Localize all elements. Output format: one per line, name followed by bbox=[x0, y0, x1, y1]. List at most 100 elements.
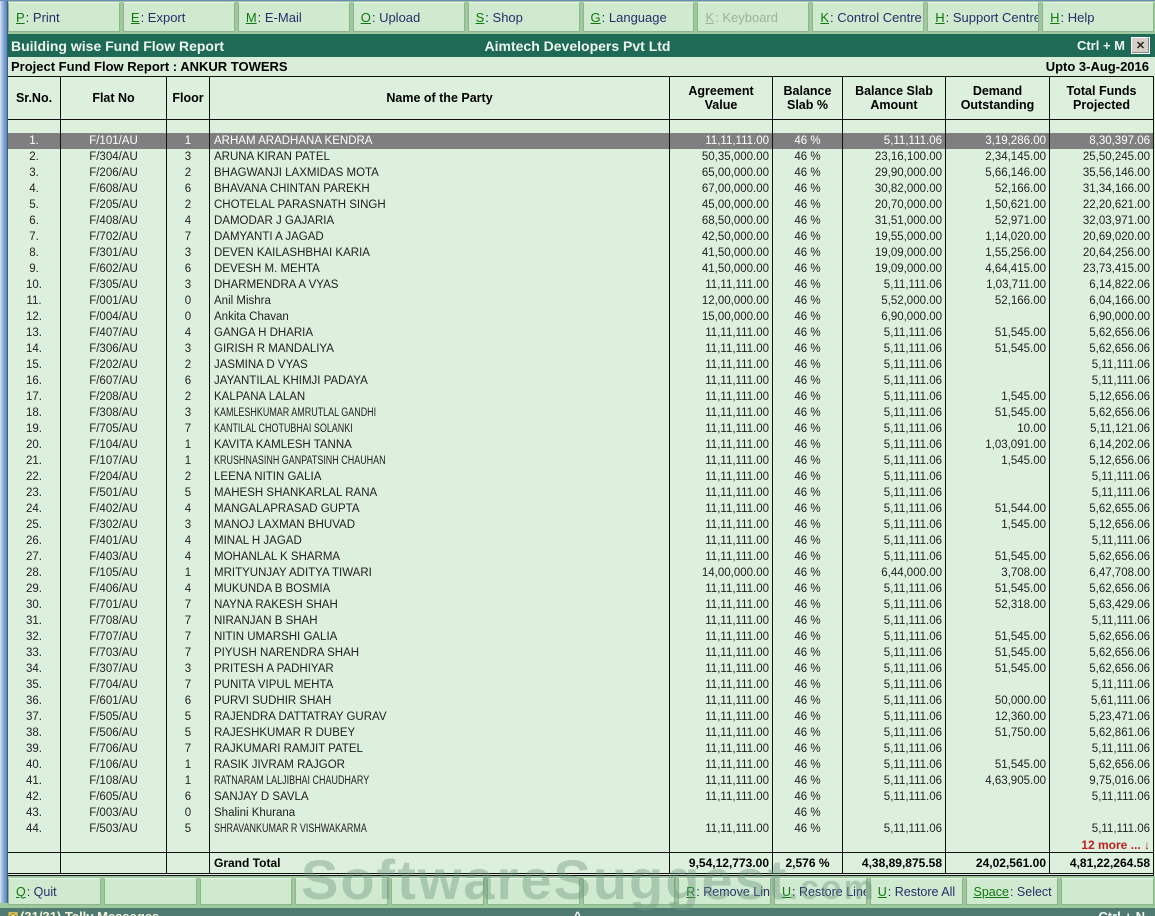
table-row-40[interactable]: 40. F/106/AU 1 RASIK JIVRAM RAJGOR 11,11,111… bbox=[8, 757, 1153, 773]
table-row-42[interactable]: 42. F/605/AU 6 SANJAY D SAVLA 11,11,111.00 46… bbox=[8, 789, 1153, 805]
toolbar-button-language[interactable]: G: Language bbox=[582, 2, 695, 32]
table-row-28[interactable]: 28. F/105/AU 1 MRITYUNJAY ADITYA TIWARI 14,0… bbox=[8, 565, 1153, 581]
close-icon[interactable]: ✕ bbox=[1131, 37, 1150, 54]
cell-total-funds-projected: 6,90,000.00 bbox=[1089, 311, 1150, 323]
cell-agreement-value: 11,11,111.00 bbox=[670, 773, 773, 789]
table-row-25[interactable]: 25. F/302/AU 3 MANOJ LAXMAN BHUVAD 11,11,111… bbox=[8, 517, 1153, 533]
toolbar-button-export[interactable]: E: Export bbox=[122, 2, 235, 32]
cell-floor: 2 bbox=[167, 357, 210, 373]
cell-demand-outstanding: 50,000.00 bbox=[946, 693, 1050, 709]
toolbar-button-print[interactable]: P: Print bbox=[8, 2, 120, 32]
toolbar-button-remove-line[interactable]: R: Remove Line bbox=[678, 878, 771, 905]
cell-demand-outstanding: 51,545.00 bbox=[946, 405, 1050, 421]
table-row-12[interactable]: 12. F/004/AU 0 Ankita Chavan 15,00,000.00 46 … bbox=[8, 309, 1153, 325]
toolbar-button-support-centre[interactable]: H: Support Centre bbox=[927, 2, 1040, 32]
col-header-balance-slab-pct: Balance Slab % bbox=[773, 77, 843, 119]
table-row-27[interactable]: 27. F/403/AU 4 MOHANLAL K SHARMA 11,11,111.0… bbox=[8, 549, 1153, 565]
toolbar-button-shop[interactable]: S: Shop bbox=[467, 2, 580, 32]
cell-flat-no: F/407/AU bbox=[61, 325, 167, 341]
cell-agreement-value: 11,11,111.00 bbox=[670, 341, 773, 357]
table-row-21[interactable]: 21. F/107/AU 1 KRUSHNASINH GANPATSINH CHAUH… bbox=[8, 453, 1153, 469]
toolbar-button-select[interactable]: Space: Select bbox=[965, 878, 1059, 905]
table-row-9[interactable]: 9. F/602/AU 6 DEVESH M. MEHTA 41,50,000.00 46… bbox=[8, 261, 1153, 277]
table-row-10[interactable]: 10. F/305/AU 3 DHARMENDRA A VYAS 11,11,111.0… bbox=[8, 277, 1153, 293]
table-row-5[interactable]: 5. F/205/AU 2 CHOTELAL PARASNATH SINGH 45,00… bbox=[8, 197, 1153, 213]
table-row-32[interactable]: 32. F/707/AU 7 NITIN UMARSHI GALIA 11,11,111… bbox=[8, 629, 1153, 645]
table-row-1[interactable]: 1. F/101/AU 1 ARHAM ARADHANA KENDRA 11,11,11… bbox=[8, 133, 1153, 149]
table-row-20[interactable]: 20. F/104/AU 1 KAVITA KAMLESH TANNA 11,11,11… bbox=[8, 437, 1153, 453]
title-bar: Building wise Fund Flow Report Aimtech D… bbox=[0, 34, 1155, 57]
table-row-44[interactable]: 44. F/503/AU 5 SHRAVANKUMAR R VISHWAKARMA 11… bbox=[8, 821, 1153, 837]
cell-demand-outstanding bbox=[946, 741, 1050, 757]
cell-total-funds-projected: 5,11,111.06 bbox=[1091, 535, 1150, 547]
table-row-19[interactable]: 19. F/705/AU 7 KANTILAL CHOTUBHAI SOLANKI 11… bbox=[8, 421, 1153, 437]
table-row-7[interactable]: 7. F/702/AU 7 DAMYANTI A JAGAD 42,50,000.00 4… bbox=[8, 229, 1153, 245]
table-row-35[interactable]: 35. F/704/AU 7 PUNITA VIPUL MEHTA 11,11,111.… bbox=[8, 677, 1153, 693]
cell-floor: 7 bbox=[167, 597, 210, 613]
toolbar-button-control-centre[interactable]: K: Control Centre bbox=[812, 2, 925, 32]
more-rows-indicator-row: 12 more ... ↓ bbox=[8, 837, 1153, 852]
cell-balance-slab-pct: 46 % bbox=[773, 293, 843, 309]
table-row-34[interactable]: 34. F/307/AU 3 PRITESH A PADHIYAR 11,11,111.… bbox=[8, 661, 1153, 677]
table-row-41[interactable]: 41. F/108/AU 1 RATNARAM LALJIBHAI CHAUDHARY… bbox=[8, 773, 1153, 789]
cell-srno: 11. bbox=[8, 293, 61, 309]
cell-balance-slab-amount: 5,11,111.06 bbox=[843, 597, 946, 613]
table-row-17[interactable]: 17. F/208/AU 2 KALPANA LALAN 11,11,111.00 46 … bbox=[8, 389, 1153, 405]
toolbar-button-quit[interactable]: Q: Quit bbox=[8, 878, 101, 905]
cell-total-funds-projected: 6,14,822.06 bbox=[1089, 279, 1150, 291]
table-row-16[interactable]: 16. F/607/AU 6 JAYANTILAL KHIMJI PADAYA 11,1… bbox=[8, 373, 1153, 389]
empty-cell bbox=[167, 837, 210, 852]
table-row-23[interactable]: 23. F/501/AU 5 MAHESH SHANKARLAL RANA 11,11,… bbox=[8, 485, 1153, 501]
table-row-3[interactable]: 3. F/206/AU 2 BHAGWANJI LAXMIDAS MOTA 65,00,… bbox=[8, 165, 1153, 181]
toolbar-button-restore-all[interactable]: U: Restore All bbox=[869, 878, 963, 905]
spacer-cell bbox=[773, 120, 843, 133]
cell-demand-outstanding bbox=[946, 533, 1050, 549]
cell-balance-slab-amount: 5,11,111.06 bbox=[843, 645, 946, 661]
cell-demand-outstanding bbox=[946, 805, 1050, 821]
cell-srno: 37. bbox=[8, 709, 61, 725]
cell-total-funds-projected: 5,11,111.06 bbox=[1091, 471, 1150, 483]
toolbar-button-upload[interactable]: O: Upload bbox=[352, 2, 465, 32]
cell-party-name: RAJESHKUMAR R DUBEY bbox=[210, 725, 670, 741]
cell-party-name: RATNARAM LALJIBHAI CHAUDHARY bbox=[210, 773, 670, 789]
cell-demand-outstanding: 52,971.00 bbox=[946, 213, 1050, 229]
toolbar-button-restore-line[interactable]: U: Restore Line bbox=[774, 878, 867, 905]
cell-srno: 6. bbox=[8, 213, 61, 229]
table-row-26[interactable]: 26. F/401/AU 4 MINAL H JAGAD 11,11,111.00 46 … bbox=[8, 533, 1153, 549]
cell-demand-outstanding bbox=[946, 469, 1050, 485]
cell-balance-slab-pct: 46 % bbox=[773, 309, 843, 325]
table-row-4[interactable]: 4. F/608/AU 6 BHAVANA CHINTAN PAREKH 67,00,0… bbox=[8, 181, 1153, 197]
table-row-24[interactable]: 24. F/402/AU 4 MANGALAPRASAD GUPTA 11,11,111… bbox=[8, 501, 1153, 517]
cell-flat-no: F/701/AU bbox=[61, 597, 167, 613]
table-row-29[interactable]: 29. F/406/AU 4 MUKUNDA B BOSMIA 11,11,111.00… bbox=[8, 581, 1153, 597]
table-row-31[interactable]: 31. F/708/AU 7 NIRANJAN B SHAH 11,11,111.00 4… bbox=[8, 613, 1153, 629]
table-spacer-row bbox=[8, 120, 1153, 133]
table-row-18[interactable]: 18. F/308/AU 3 KAMLESHKUMAR AMRUTLAL GANDHI… bbox=[8, 405, 1153, 421]
table-row-36[interactable]: 36. F/601/AU 6 PURVI SUDHIR SHAH 11,11,111.0… bbox=[8, 693, 1153, 709]
toolbar-button-e-mail[interactable]: M: E-Mail bbox=[237, 2, 350, 32]
cell-balance-slab-pct: 46 % bbox=[773, 581, 843, 597]
cell-party-name: CHOTELAL PARASNATH SINGH bbox=[210, 197, 670, 213]
cell-srno: 23. bbox=[8, 485, 61, 501]
table-row-13[interactable]: 13. F/407/AU 4 GANGA H DHARIA 11,11,111.00 46… bbox=[8, 325, 1153, 341]
cell-floor: 4 bbox=[167, 213, 210, 229]
table-row-14[interactable]: 14. F/306/AU 3 GIRISH R MANDALIYA 11,11,111.… bbox=[8, 341, 1153, 357]
cell-flat-no: F/608/AU bbox=[61, 181, 167, 197]
col-header-total-funds-projected: Total Funds Projected bbox=[1066, 83, 1137, 112]
table-row-37[interactable]: 37. F/505/AU 5 RAJENDRA DATTATRAY GURAV 11,1… bbox=[8, 709, 1153, 725]
table-row-6[interactable]: 6. F/408/AU 4 DAMODAR J GAJARIA 68,50,000.00… bbox=[8, 213, 1153, 229]
table-row-39[interactable]: 39. F/706/AU 7 RAJKUMARI RAMJIT PATEL 11,11,… bbox=[8, 741, 1153, 757]
table-row-43[interactable]: 43. F/003/AU 0 Shalini Khurana 46 % bbox=[8, 805, 1153, 821]
table-row-22[interactable]: 22. F/204/AU 2 LEENA NITIN GALIA 11,11,111.0… bbox=[8, 469, 1153, 485]
table-row-2[interactable]: 2. F/304/AU 3 ARUNA KIRAN PATEL 50,35,000.00… bbox=[8, 149, 1153, 165]
table-row-8[interactable]: 8. F/301/AU 3 DEVEN KAILASHBHAI KARIA 41,50,… bbox=[8, 245, 1153, 261]
table-row-38[interactable]: 38. F/506/AU 5 RAJESHKUMAR R DUBEY 11,11,111… bbox=[8, 725, 1153, 741]
cell-agreement-value: 45,00,000.00 bbox=[670, 197, 773, 213]
cell-floor: 4 bbox=[167, 581, 210, 597]
table-row-15[interactable]: 15. F/202/AU 2 JASMINA D VYAS 11,11,111.00 46… bbox=[8, 357, 1153, 373]
cell-demand-outstanding: 5,66,146.00 bbox=[946, 165, 1050, 181]
table-row-30[interactable]: 30. F/701/AU 7 NAYNA RAKESH SHAH 11,11,111.0… bbox=[8, 597, 1153, 613]
table-row-33[interactable]: 33. F/703/AU 7 PIYUSH NARENDRA SHAH 11,11,11… bbox=[8, 645, 1153, 661]
table-row-11[interactable]: 11. F/001/AU 0 Anil Mishra 12,00,000.00 46 % 5… bbox=[8, 293, 1153, 309]
toolbar-button-help[interactable]: H: Help bbox=[1042, 2, 1155, 32]
